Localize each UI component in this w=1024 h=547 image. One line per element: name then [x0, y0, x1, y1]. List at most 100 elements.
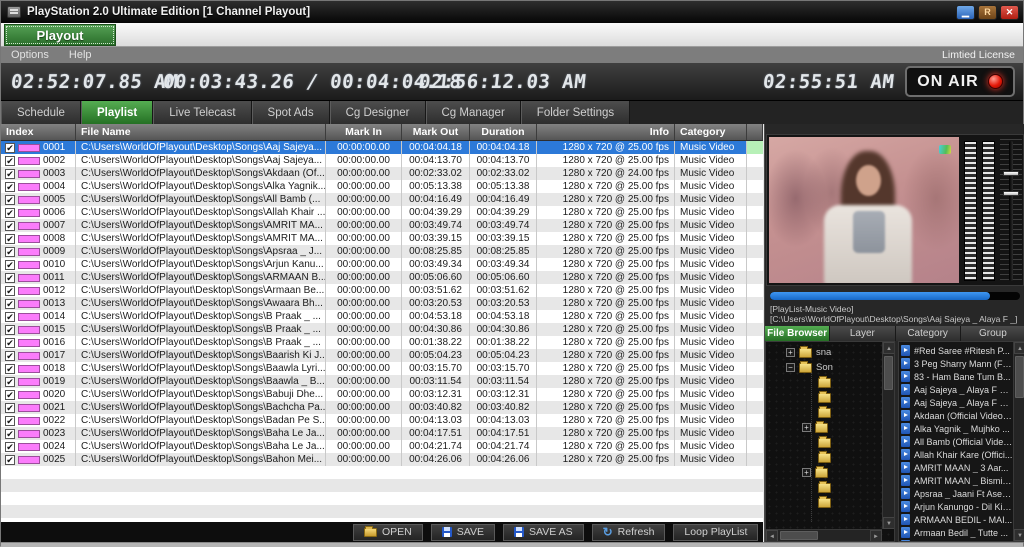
table-row[interactable]: ✔0010C:\Users\WorldOfPlayout\Desktop\Son…	[1, 258, 763, 271]
file-item[interactable]: Awaara Bhanware _ D...	[901, 539, 1013, 542]
table-row[interactable]: ✔0005C:\Users\WorldOfPlayout\Desktop\Son…	[1, 193, 763, 206]
save-as-button[interactable]: SAVE AS	[503, 524, 584, 541]
table-row[interactable]: ✔0025C:\Users\WorldOfPlayout\Desktop\Son…	[1, 453, 763, 466]
table-row[interactable]: ✔0022C:\Users\WorldOfPlayout\Desktop\Son…	[1, 414, 763, 427]
column-header-info[interactable]: Info	[537, 124, 675, 140]
tab-folder-settings[interactable]: Folder Settings	[521, 101, 630, 124]
column-header-extra[interactable]	[747, 124, 763, 140]
tab-spot-ads[interactable]: Spot Ads	[252, 101, 330, 124]
scroll-down-arrow[interactable]: ▼	[1014, 529, 1024, 541]
table-row[interactable]: ✔0008C:\Users\WorldOfPlayout\Desktop\Son…	[1, 232, 763, 245]
playout-button[interactable]: Playout	[4, 24, 116, 46]
scroll-left-arrow[interactable]: ◄	[766, 530, 778, 542]
file-item[interactable]: Alka Yagnik _ Mujhko ...	[901, 422, 1013, 435]
row-checkbox[interactable]: ✔	[5, 247, 15, 257]
tab-live-telecast[interactable]: Live Telecast	[153, 101, 251, 124]
scrollbar-thumb[interactable]	[780, 531, 818, 540]
table-row[interactable]: ✔0017C:\Users\WorldOfPlayout\Desktop\Son…	[1, 349, 763, 362]
tree-folder-row[interactable]: −Son	[786, 361, 833, 374]
scroll-right-arrow[interactable]: ►	[870, 530, 882, 542]
refresh-button[interactable]: ↻Refresh	[592, 524, 666, 541]
table-row[interactable]: ✔0018C:\Users\WorldOfPlayout\Desktop\Son…	[1, 362, 763, 375]
row-checkbox[interactable]: ✔	[5, 156, 15, 166]
tree-expander-icon[interactable]: +	[802, 423, 811, 432]
table-row[interactable]: ✔0012C:\Users\WorldOfPlayout\Desktop\Son…	[1, 284, 763, 297]
file-item[interactable]: Allah Khair Kare (Offici...	[901, 448, 1013, 461]
browser-tab-layer[interactable]: Layer	[830, 326, 895, 341]
browser-tab-group[interactable]: Group	[961, 326, 1024, 341]
tree-folder-row[interactable]	[818, 391, 831, 404]
file-item[interactable]: AMRIT MAAN _ 3 Aar...	[901, 461, 1013, 474]
browser-tab-file-browser[interactable]: File Browser	[765, 326, 830, 341]
row-checkbox[interactable]: ✔	[5, 455, 15, 465]
volume-fader[interactable]	[1000, 139, 1022, 283]
scrollbar-thumb[interactable]	[1015, 356, 1024, 398]
file-item[interactable]: ARMAAN BEDIL - MAI...	[901, 513, 1013, 526]
table-row[interactable]: ✔0007C:\Users\WorldOfPlayout\Desktop\Son…	[1, 219, 763, 232]
tree-folder-row[interactable]	[818, 481, 831, 494]
column-header-index[interactable]: Index	[1, 124, 76, 140]
table-row[interactable]: ✔0011C:\Users\WorldOfPlayout\Desktop\Son…	[1, 271, 763, 284]
file-item[interactable]: #Red Saree #Ritesh P...	[901, 344, 1013, 357]
column-header-mark-out[interactable]: Mark Out	[402, 124, 470, 140]
column-header-category[interactable]: Category	[675, 124, 747, 140]
row-checkbox[interactable]: ✔	[5, 416, 15, 426]
table-row[interactable]: ✔0014C:\Users\WorldOfPlayout\Desktop\Son…	[1, 310, 763, 323]
fader-handle[interactable]	[1003, 171, 1019, 176]
row-checkbox[interactable]: ✔	[5, 273, 15, 283]
table-row[interactable]: ✔0020C:\Users\WorldOfPlayout\Desktop\Son…	[1, 388, 763, 401]
file-item[interactable]: Akdaan (Official Video)...	[901, 409, 1013, 422]
table-row[interactable]: ✔0002C:\Users\WorldOfPlayout\Desktop\Son…	[1, 154, 763, 167]
file-item[interactable]: Aaj Sajeya _ Alaya F _ ...	[901, 383, 1013, 396]
scroll-up-arrow[interactable]: ▲	[883, 342, 895, 354]
file-item[interactable]: Apsraa _ Jaani Ft Asee...	[901, 487, 1013, 500]
tree-expander-icon[interactable]: +	[802, 468, 811, 477]
table-row[interactable]: ✔0019C:\Users\WorldOfPlayout\Desktop\Son…	[1, 375, 763, 388]
tree-folder-row[interactable]	[818, 451, 831, 464]
column-header-duration[interactable]: Duration	[470, 124, 537, 140]
table-row[interactable]: ✔0006C:\Users\WorldOfPlayout\Desktop\Son…	[1, 206, 763, 219]
table-row[interactable]: ✔0015C:\Users\WorldOfPlayout\Desktop\Son…	[1, 323, 763, 336]
file-item[interactable]: 83 - Ham Bane Tum B...	[901, 370, 1013, 383]
row-checkbox[interactable]: ✔	[5, 234, 15, 244]
table-row[interactable]: ✔0003C:\Users\WorldOfPlayout\Desktop\Son…	[1, 167, 763, 180]
save-button[interactable]: SAVE	[431, 524, 495, 541]
file-item[interactable]: Aaj Sajeya _ Alaya F _ ...	[901, 396, 1013, 409]
tree-folder-row[interactable]: +	[802, 466, 828, 479]
tree-folder-row[interactable]	[818, 376, 831, 389]
tree-vertical-scrollbar[interactable]: ▲ ▼	[882, 342, 894, 529]
tree-folder-row[interactable]	[818, 436, 831, 449]
row-checkbox[interactable]: ✔	[5, 442, 15, 452]
row-checkbox[interactable]: ✔	[5, 364, 15, 374]
table-row[interactable]: ✔0024C:\Users\WorldOfPlayout\Desktop\Son…	[1, 440, 763, 453]
tree-expander-icon[interactable]: −	[786, 363, 795, 372]
open-button[interactable]: OPEN	[353, 524, 423, 541]
tree-folder-row[interactable]: +	[802, 421, 828, 434]
menu-options[interactable]: Options	[1, 49, 59, 61]
file-item[interactable]: AMRIT MAAN _ Bismill...	[901, 474, 1013, 487]
fader-handle[interactable]	[1003, 191, 1019, 196]
row-checkbox[interactable]: ✔	[5, 260, 15, 270]
row-checkbox[interactable]: ✔	[5, 169, 15, 179]
row-checkbox[interactable]: ✔	[5, 312, 15, 322]
row-checkbox[interactable]: ✔	[5, 338, 15, 348]
restore-button[interactable]: R	[978, 5, 997, 20]
row-checkbox[interactable]: ✔	[5, 377, 15, 387]
tab-cg-designer[interactable]: Cg Designer	[330, 101, 426, 124]
table-row[interactable]: ✔0009C:\Users\WorldOfPlayout\Desktop\Son…	[1, 245, 763, 258]
tab-cg-manager[interactable]: Cg Manager	[426, 101, 521, 124]
loop-playlist-button[interactable]: Loop PlayList	[673, 524, 758, 541]
tree-folder-row[interactable]	[818, 406, 831, 419]
file-item[interactable]: All Bamb (Official Video...	[901, 435, 1013, 448]
column-header-mark-in[interactable]: Mark In	[326, 124, 402, 140]
row-checkbox[interactable]: ✔	[5, 390, 15, 400]
row-checkbox[interactable]: ✔	[5, 351, 15, 361]
table-row[interactable]: ✔0004C:\Users\WorldOfPlayout\Desktop\Son…	[1, 180, 763, 193]
tree-expander-icon[interactable]: +	[786, 348, 795, 357]
minimize-button[interactable]: ▁	[956, 5, 975, 20]
tree-horizontal-scrollbar[interactable]: ◄ ►	[766, 529, 882, 541]
row-checkbox[interactable]: ✔	[5, 429, 15, 439]
tree-folder-row[interactable]: +sna	[786, 346, 831, 359]
scrollbar-thumb[interactable]	[884, 356, 893, 390]
row-checkbox[interactable]: ✔	[5, 299, 15, 309]
